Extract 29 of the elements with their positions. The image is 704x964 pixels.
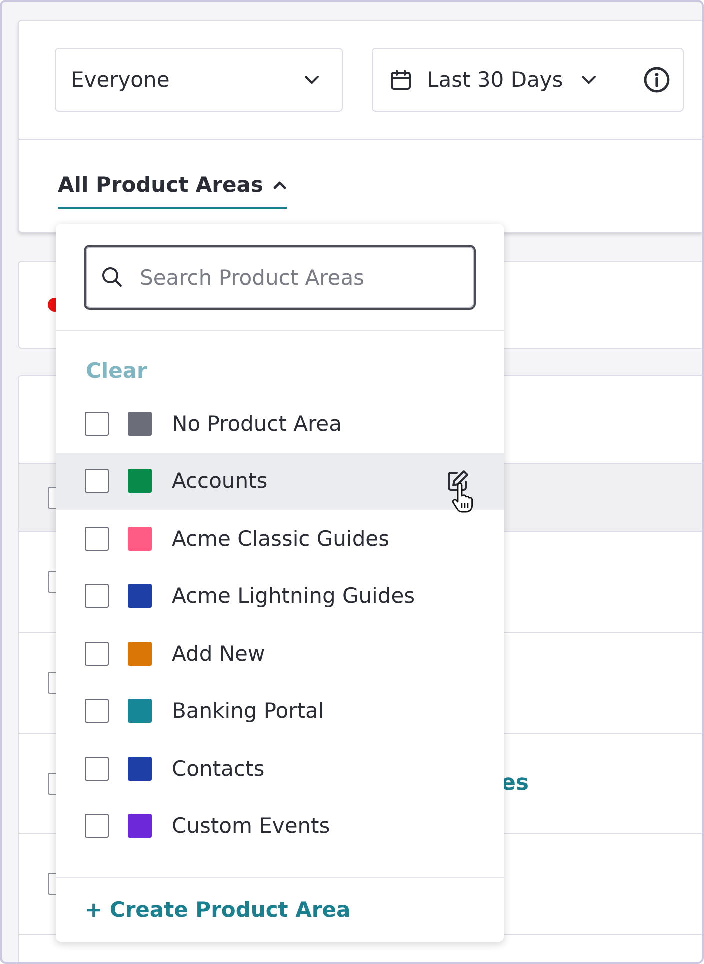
create-product-area-link[interactable]: + Create Product Area bbox=[56, 898, 351, 922]
chevron-up-icon bbox=[273, 180, 288, 190]
checkbox[interactable] bbox=[85, 526, 109, 551]
menu-item[interactable]: Custom Events bbox=[56, 798, 504, 855]
menu-item[interactable]: Banking Portal bbox=[56, 682, 504, 740]
product-area-dropdown[interactable]: All Product Areas bbox=[58, 173, 288, 209]
checkbox[interactable] bbox=[85, 412, 109, 436]
checkbox[interactable] bbox=[85, 699, 109, 724]
date-range-select[interactable]: Last 30 Days bbox=[372, 48, 684, 112]
calendar-icon bbox=[389, 68, 413, 92]
checkbox[interactable] bbox=[85, 584, 109, 608]
checkbox[interactable] bbox=[85, 814, 109, 838]
chevron-down-icon bbox=[581, 75, 598, 85]
search-icon bbox=[100, 265, 124, 289]
menu-item[interactable]: Accounts bbox=[56, 452, 504, 510]
audience-select[interactable]: Everyone bbox=[55, 48, 343, 112]
info-icon[interactable] bbox=[643, 66, 671, 94]
checkbox[interactable] bbox=[85, 469, 109, 494]
checkbox[interactable] bbox=[85, 642, 109, 666]
checkbox[interactable] bbox=[85, 756, 109, 781]
edit-icon[interactable] bbox=[446, 468, 470, 492]
search-field[interactable]: Search Product Areas bbox=[84, 245, 476, 310]
menu-item[interactable]: Acme Lightning Guides bbox=[56, 568, 504, 625]
menu-item[interactable]: Contacts bbox=[56, 740, 504, 798]
menu-item[interactable]: No Product Area bbox=[56, 395, 504, 452]
menu-item[interactable]: Acme Classic Guides bbox=[56, 510, 504, 568]
menu-item[interactable]: Add New bbox=[56, 625, 504, 682]
chevron-down-icon bbox=[304, 75, 320, 85]
hand-cursor-icon bbox=[452, 482, 474, 512]
